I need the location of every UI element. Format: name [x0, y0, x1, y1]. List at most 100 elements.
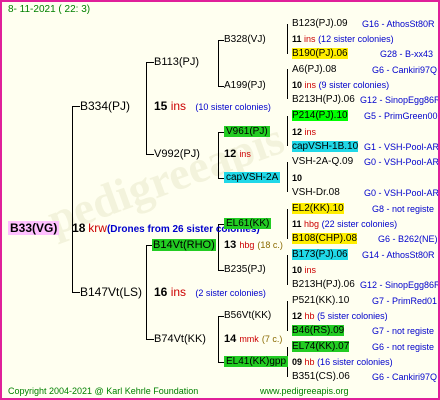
gen4-origin: G0 - VSH-Pool-AR [364, 188, 440, 198]
gen4-num: 11 [292, 219, 302, 229]
gen4-row: P521(KK).10 [292, 295, 349, 307]
gen4-mark: hb [304, 357, 315, 367]
connector [287, 116, 288, 146]
gen4-row: 1810 [292, 172, 302, 184]
site-url[interactable]: www.pedigreeapis.org [260, 385, 349, 397]
gen3-v961: V961(PJ) [224, 126, 270, 138]
gen2-v992-info: 12 ins [224, 148, 251, 160]
gen4-label[interactable]: B351(CS).06 [292, 371, 350, 382]
gen4-label[interactable]: B123(PJ).09 [292, 18, 348, 29]
gen4-label[interactable]: A6(PJ).08 [292, 64, 336, 75]
gen4-origin: G6 - B262(NE) [378, 234, 438, 244]
gen1-b147-info: 16 ins (2 sister colonies) [154, 286, 266, 299]
connector [287, 24, 288, 54]
queen-mark: krw [88, 221, 107, 235]
gen4-desc: (5 sister colonies) [317, 311, 388, 321]
gen4-row: 10 ins [292, 264, 316, 276]
gen1-label[interactable]: B147Vt(LS) [80, 285, 142, 299]
gen2-b14vt: B14Vt(RHO) [152, 239, 216, 251]
gen4-label[interactable]: VSH-Dr.08 [292, 187, 340, 198]
gen4-label[interactable]: B190(PJ).06 [292, 48, 348, 59]
connector [72, 106, 80, 107]
gen4-origin: G6 - Cankiri97Q [372, 65, 438, 75]
connector [72, 292, 80, 293]
gen4-row: B351(CS).06 [292, 371, 350, 383]
gen1-label[interactable]: B334(PJ) [80, 99, 130, 113]
gen2-b74vt: B74Vt(KK) [154, 333, 206, 345]
gen4-label[interactable]: P521(KK).10 [292, 295, 349, 306]
gen2-b14vt-info: 13 hbg (18 c.) [224, 239, 283, 251]
gen4-origin: G28 - B-xx43 [380, 49, 434, 59]
gen4-row: 09 hb (16 sister colonies) [292, 356, 393, 368]
gen1-b334: B334(PJ) [80, 100, 130, 112]
gen4-desc: (16 sister colonies) [317, 357, 393, 367]
gen4-label[interactable]: EL74(KK).07 [292, 341, 350, 352]
gen1-num: 16 [154, 285, 168, 299]
gen3-label[interactable]: EL41(KK)gpp [224, 356, 289, 367]
gen3-label[interactable]: A199(PJ) [224, 80, 266, 91]
gen4-origin: G12 - SinopEgg86R [360, 95, 440, 105]
gen4-label[interactable]: B213H(PJ).06 [292, 94, 355, 105]
gen1-num: 15 [154, 99, 168, 113]
gen3-el61: EL61(KK) [224, 218, 272, 230]
gen3-label[interactable]: capVSH-2A [224, 172, 281, 183]
gen4-mark: ins [304, 265, 317, 275]
gen4-label[interactable]: capVSH-1B.10 [292, 141, 359, 152]
gen2-label[interactable]: B14Vt(RHO) [152, 239, 216, 251]
gen4-row: VSH-2A-Q.09 [292, 156, 353, 168]
gen3-label[interactable]: V961(PJ) [224, 126, 270, 137]
gen3-b235: B235(PJ) [224, 264, 266, 276]
gen4-origin: G7 - not registe [372, 326, 435, 336]
gen4-label[interactable]: B108(CHP).08 [292, 233, 358, 244]
gen1-mark: ins [170, 285, 187, 299]
gen2-label[interactable]: V992(PJ) [154, 148, 200, 160]
connector [287, 255, 288, 285]
gen2-b74vt-info: 14 mmk (7 c.) [224, 333, 282, 345]
connector [146, 62, 154, 63]
pedigree-frame: pedigreeapis 8- 11-2021 ( 22: 3) B33(VG)… [0, 0, 440, 400]
gen4-row: B173(PJ).06 [292, 249, 348, 261]
gen4-num: 10 [292, 80, 303, 90]
gen4-label[interactable]: EL2(KK).10 [292, 203, 344, 214]
gen4-label[interactable]: B46(RS).09 [292, 325, 345, 336]
gen3-label[interactable]: B328(VJ) [224, 34, 266, 45]
gen4-mark: ins [304, 34, 316, 44]
gen4-desc: (12 sister colonies) [318, 34, 394, 44]
gen2-mark: hbg [239, 240, 255, 250]
gen4-label[interactable]: B213H(PJ).06 [292, 279, 355, 290]
gen4-row: EL2(KK).10 [292, 203, 344, 215]
copyright: Copyright 2004-2021 @ Karl Kehrle Founda… [8, 386, 199, 396]
gen2-mark: mmk [239, 334, 259, 344]
gen4-origin: G6 - not registe [372, 342, 435, 352]
gen4-origin: G1 - VSH-Pool-AR [364, 142, 440, 152]
connector [218, 40, 219, 86]
gen4-num: 09 [292, 357, 303, 367]
gen4-label[interactable]: B173(PJ).06 [292, 249, 348, 260]
gen4-row: B213H(PJ).06 [292, 94, 355, 106]
gen2-desc: (7 c.) [261, 334, 283, 344]
gen2-v992: V992(PJ) [154, 148, 200, 160]
gen4-label[interactable]: P214(PJ).10 [292, 110, 348, 121]
connector [287, 301, 288, 331]
gen2-label[interactable]: B74Vt(KK) [154, 333, 206, 345]
gen4-row: P214(PJ).10 [292, 110, 348, 122]
connector [146, 62, 147, 154]
gen4-row: EL74(KK).07 [292, 341, 350, 353]
gen1-mark: ins [170, 99, 187, 113]
gen3-label[interactable]: B56Vt(KK) [224, 310, 271, 321]
gen3-label[interactable]: B235(PJ) [224, 264, 266, 275]
queen-label[interactable]: B33(VG) [8, 221, 60, 235]
gen1-b334-info: 15 ins (10 sister colonies) [154, 100, 271, 113]
gen4-row: VSH-Dr.08 [292, 187, 340, 199]
connector [218, 132, 219, 178]
gen4-num: 12 [292, 311, 303, 321]
gen2-desc: (18 c.) [257, 240, 283, 250]
gen4-mark: ins [304, 80, 317, 90]
gen2-label[interactable]: B113(PJ) [154, 56, 199, 68]
gen4-num: 10 [292, 265, 303, 275]
gen4-mark: ins [304, 127, 317, 137]
gen3-label[interactable]: EL61(KK) [224, 218, 272, 229]
gen3-b328: B328(VJ) [224, 34, 266, 46]
gen3-capvsh2a: capVSH-2A [224, 172, 281, 184]
gen4-label[interactable]: VSH-2A-Q.09 [292, 156, 353, 167]
